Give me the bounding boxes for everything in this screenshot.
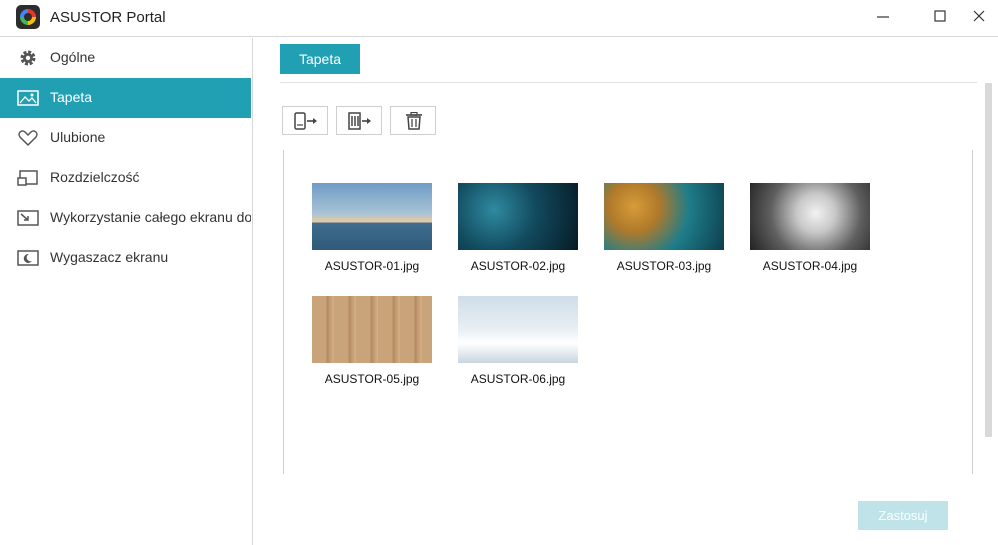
window-title: ASUSTOR Portal <box>50 9 166 26</box>
sidebar-item-fullscreen[interactable]: Wykorzystanie całego ekranu do <box>0 198 251 238</box>
wallpaper-thumbnail[interactable]: ASUSTOR-02.jpg <box>458 183 578 275</box>
delete-button[interactable] <box>390 106 436 135</box>
wallpaper-thumbnail[interactable]: ASUSTOR-04.jpg <box>750 183 870 275</box>
sidebar-item-screensaver[interactable]: Wygaszacz ekranu <box>0 238 251 278</box>
trash-icon <box>406 112 422 130</box>
tab-divider <box>280 82 977 83</box>
sidebar-item-label: Wygaszacz ekranu <box>50 249 169 265</box>
sidebar-item-favorites[interactable]: Ulubione <box>0 118 251 158</box>
gear-icon <box>20 50 36 66</box>
image-icon <box>17 90 39 106</box>
close-button[interactable] <box>956 0 998 34</box>
gallery-border-right <box>972 150 973 474</box>
wallpaper-thumbnail[interactable]: ASUSTOR-01.jpg <box>312 183 432 275</box>
wallpaper-filename: ASUSTOR-01.jpg <box>324 259 420 273</box>
scrollbar[interactable] <box>985 83 992 437</box>
sidebar: Ogólne Tapeta Ulubione Rozdzielczość Wyk… <box>0 38 253 545</box>
gallery-border-left <box>283 150 284 474</box>
heart-icon <box>18 130 38 147</box>
sidebar-item-wallpaper[interactable]: Tapeta <box>0 78 251 118</box>
screensaver-icon <box>17 250 39 266</box>
sidebar-item-resolution[interactable]: Rozdzielczość <box>0 158 251 198</box>
wallpaper-image <box>458 183 578 250</box>
wallpaper-filename: ASUSTOR-04.jpg <box>762 259 858 273</box>
tab-wallpaper[interactable]: Tapeta <box>280 44 360 74</box>
wallpaper-filename: ASUSTOR-02.jpg <box>470 259 566 273</box>
sidebar-item-label: Ulubione <box>50 129 106 145</box>
import-from-device-button[interactable] <box>282 106 328 135</box>
wallpaper-thumbnail[interactable]: ASUSTOR-03.jpg <box>604 183 724 275</box>
sidebar-item-label: Wykorzystanie całego ekranu do <box>50 209 251 225</box>
wallpaper-thumbnail[interactable]: ASUSTOR-05.jpg <box>312 296 432 388</box>
close-icon <box>973 10 985 22</box>
import-from-nas-button[interactable] <box>336 106 382 135</box>
sidebar-item-label: Rozdzielczość <box>50 169 140 185</box>
import-from-nas-icon <box>348 112 371 130</box>
title-bar: ASUSTOR Portal <box>0 0 998 37</box>
wallpaper-filename: ASUSTOR-03.jpg <box>616 259 712 273</box>
wallpaper-image <box>312 296 432 363</box>
sidebar-item-general[interactable]: Ogólne <box>0 38 251 78</box>
minimize-icon <box>877 16 889 18</box>
sidebar-item-label: Ogólne <box>50 49 96 65</box>
wallpaper-filename: ASUSTOR-06.jpg <box>470 372 566 386</box>
app-logo-icon <box>16 5 40 29</box>
fullscreen-icon <box>17 210 39 226</box>
wallpaper-image <box>750 183 870 250</box>
wallpaper-image <box>458 296 578 363</box>
minimize-button[interactable] <box>860 0 906 34</box>
wallpaper-filename: ASUSTOR-05.jpg <box>324 372 420 386</box>
wallpaper-image <box>312 183 432 250</box>
wallpaper-image <box>604 183 724 250</box>
resolution-icon <box>17 170 38 186</box>
apply-button[interactable]: Zastosuj <box>858 501 948 530</box>
import-from-device-icon <box>294 112 317 130</box>
maximize-icon <box>934 10 946 22</box>
sidebar-item-label: Tapeta <box>50 89 93 105</box>
wallpaper-thumbnail[interactable]: ASUSTOR-06.jpg <box>458 296 578 388</box>
